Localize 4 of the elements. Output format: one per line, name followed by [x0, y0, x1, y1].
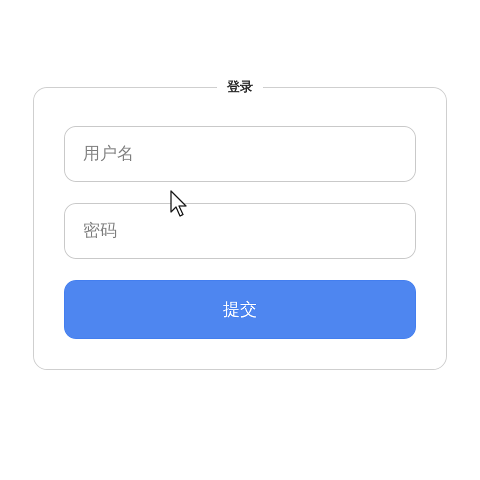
- password-field[interactable]: 密码: [64, 203, 416, 259]
- form-legend: 登录: [217, 78, 263, 96]
- username-field[interactable]: 用户名: [64, 126, 416, 182]
- submit-button[interactable]: 提交: [64, 280, 416, 339]
